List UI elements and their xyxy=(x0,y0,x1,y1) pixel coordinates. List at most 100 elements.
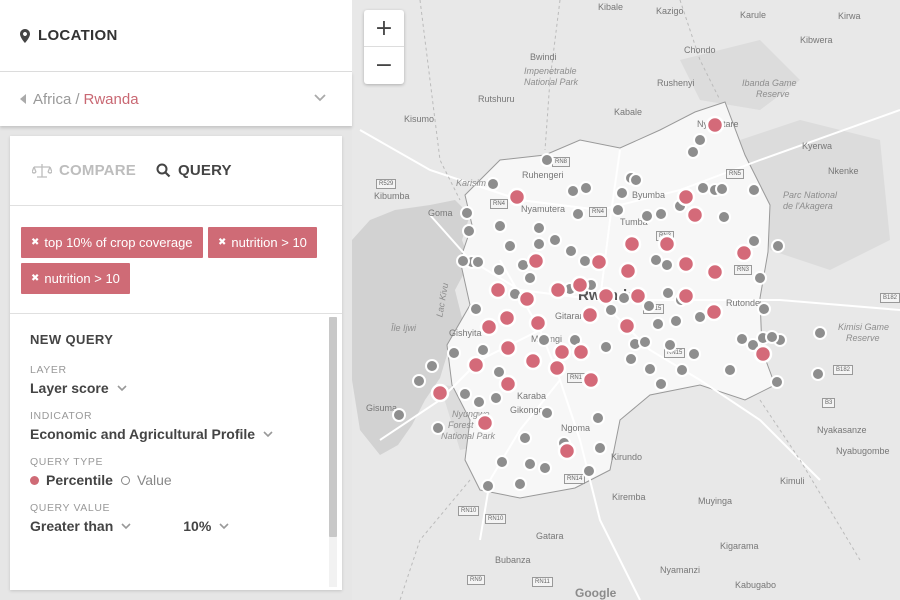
highlighted-location-marker[interactable] xyxy=(596,286,616,306)
highlighted-location-marker[interactable] xyxy=(571,342,591,362)
highlighted-location-marker[interactable] xyxy=(705,115,725,135)
breadcrumb[interactable]: Africa / Rwanda xyxy=(0,72,352,126)
close-icon[interactable]: ✖ xyxy=(31,237,39,248)
location-marker[interactable] xyxy=(675,363,689,377)
location-marker[interactable] xyxy=(765,330,779,344)
location-marker[interactable] xyxy=(471,255,485,269)
location-marker[interactable] xyxy=(599,340,613,354)
highlighted-location-marker[interactable] xyxy=(676,286,696,306)
location-marker[interactable] xyxy=(462,224,476,238)
location-marker[interactable] xyxy=(469,302,483,316)
close-icon[interactable]: ✖ xyxy=(31,273,39,284)
location-marker[interactable] xyxy=(723,363,737,377)
highlighted-location-marker[interactable] xyxy=(685,205,705,225)
location-marker[interactable] xyxy=(540,406,554,420)
location-marker[interactable] xyxy=(476,343,490,357)
location-marker[interactable] xyxy=(493,219,507,233)
highlighted-location-marker[interactable] xyxy=(657,234,677,254)
filter-chip[interactable]: ✖ nutrition > 10 xyxy=(21,263,130,294)
location-marker[interactable] xyxy=(747,234,761,248)
highlighted-location-marker[interactable] xyxy=(498,338,518,358)
highlighted-location-marker[interactable] xyxy=(676,254,696,274)
location-marker[interactable] xyxy=(447,346,461,360)
tab-compare[interactable]: COMPARE xyxy=(32,162,136,179)
location-marker[interactable] xyxy=(564,244,578,258)
highlighted-location-marker[interactable] xyxy=(557,441,577,461)
location-marker[interactable] xyxy=(593,441,607,455)
location-marker[interactable] xyxy=(582,464,596,478)
location-marker[interactable] xyxy=(486,177,500,191)
location-marker[interactable] xyxy=(481,479,495,493)
tab-query[interactable]: QUERY xyxy=(156,162,232,179)
highlighted-location-marker[interactable] xyxy=(488,280,508,300)
location-marker[interactable] xyxy=(654,377,668,391)
location-marker[interactable] xyxy=(693,310,707,324)
highlighted-location-marker[interactable] xyxy=(517,289,537,309)
location-marker[interactable] xyxy=(771,239,785,253)
highlighted-location-marker[interactable] xyxy=(589,252,609,272)
location-marker[interactable] xyxy=(503,239,517,253)
location-marker[interactable] xyxy=(537,333,551,347)
location-marker[interactable] xyxy=(604,303,618,317)
close-icon[interactable]: ✖ xyxy=(218,237,226,248)
location-marker[interactable] xyxy=(412,374,426,388)
location-marker[interactable] xyxy=(392,408,406,422)
location-marker[interactable] xyxy=(495,455,509,469)
location-marker[interactable] xyxy=(472,395,486,409)
chevron-down-icon[interactable] xyxy=(314,91,326,103)
location-marker[interactable] xyxy=(643,362,657,376)
location-marker[interactable] xyxy=(651,317,665,331)
back-arrow-icon[interactable] xyxy=(20,94,26,104)
location-marker[interactable] xyxy=(669,314,683,328)
highlighted-location-marker[interactable] xyxy=(622,234,642,254)
highlighted-location-marker[interactable] xyxy=(704,302,724,322)
zoom-in-button[interactable]: + xyxy=(364,10,404,47)
location-marker[interactable] xyxy=(747,183,761,197)
radio-value[interactable]: Value xyxy=(120,472,172,488)
highlighted-location-marker[interactable] xyxy=(628,286,648,306)
location-marker[interactable] xyxy=(813,326,827,340)
location-marker[interactable] xyxy=(425,359,439,373)
location-marker[interactable] xyxy=(538,461,552,475)
highlighted-location-marker[interactable] xyxy=(705,262,725,282)
highlighted-location-marker[interactable] xyxy=(498,374,518,394)
location-marker[interactable] xyxy=(693,133,707,147)
threshold-select[interactable]: 10% xyxy=(183,518,229,534)
highlighted-location-marker[interactable] xyxy=(526,251,546,271)
filter-chip[interactable]: ✖ nutrition > 10 xyxy=(208,227,317,258)
highlighted-location-marker[interactable] xyxy=(570,275,590,295)
location-marker[interactable] xyxy=(518,431,532,445)
location-marker[interactable] xyxy=(770,375,784,389)
location-marker[interactable] xyxy=(663,338,677,352)
scrollbar[interactable] xyxy=(329,317,337,587)
location-marker[interactable] xyxy=(617,291,631,305)
location-marker[interactable] xyxy=(611,203,625,217)
location-marker[interactable] xyxy=(566,184,580,198)
location-marker[interactable] xyxy=(615,186,629,200)
filter-chip[interactable]: ✖ top 10% of crop coverage xyxy=(21,227,203,258)
indicator-select[interactable]: Economic and Agricultural Profile xyxy=(30,426,273,442)
location-marker[interactable] xyxy=(811,367,825,381)
highlighted-location-marker[interactable] xyxy=(580,305,600,325)
highlighted-location-marker[interactable] xyxy=(507,187,527,207)
location-marker[interactable] xyxy=(579,181,593,195)
highlighted-location-marker[interactable] xyxy=(430,383,450,403)
breadcrumb-parent[interactable]: Africa xyxy=(33,91,71,108)
location-marker[interactable] xyxy=(654,207,668,221)
location-marker[interactable] xyxy=(456,254,470,268)
highlighted-location-marker[interactable] xyxy=(676,187,696,207)
location-marker[interactable] xyxy=(629,173,643,187)
location-marker[interactable] xyxy=(489,391,503,405)
location-marker[interactable] xyxy=(532,221,546,235)
location-marker[interactable] xyxy=(735,332,749,346)
highlighted-location-marker[interactable] xyxy=(479,317,499,337)
radio-percentile[interactable]: Percentile xyxy=(30,472,113,488)
location-marker[interactable] xyxy=(431,421,445,435)
location-marker[interactable] xyxy=(548,233,562,247)
location-marker[interactable] xyxy=(492,263,506,277)
highlighted-location-marker[interactable] xyxy=(528,313,548,333)
location-marker[interactable] xyxy=(757,302,771,316)
highlighted-location-marker[interactable] xyxy=(734,243,754,263)
location-marker[interactable] xyxy=(717,210,731,224)
location-marker[interactable] xyxy=(696,181,710,195)
